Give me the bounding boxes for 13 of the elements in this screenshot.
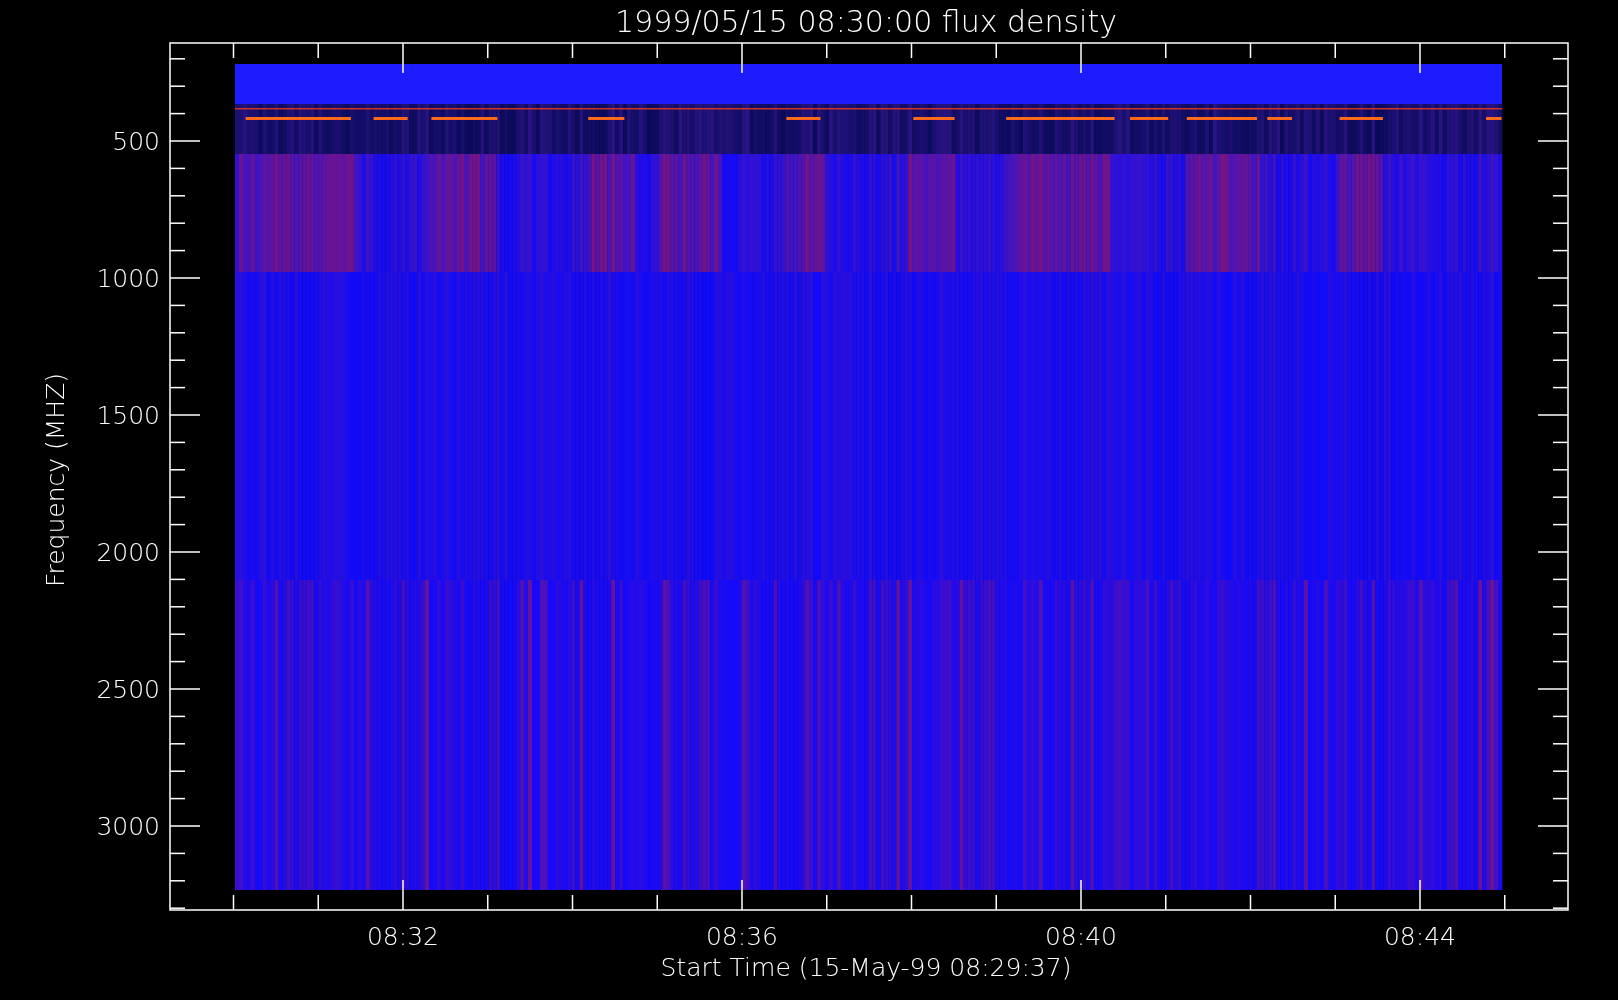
axis-tick-label: 3000 — [96, 812, 160, 841]
axis-tick-label: 08:40 — [1045, 922, 1117, 951]
axis-tick-label: 2000 — [96, 538, 160, 567]
axis-tick-label: 500 — [112, 127, 160, 156]
axis-tick-label: 1000 — [96, 264, 160, 293]
chart-title: 1999/05/15 08:30:00 flux density — [615, 4, 1117, 39]
axis-label: Frequency (MHZ) — [41, 372, 70, 588]
axis-tick-label: 08:32 — [367, 922, 439, 951]
axis-label: Start Time (15-May-99 08:29:37) — [660, 953, 1072, 982]
axis-tick-label: 08:36 — [706, 922, 778, 951]
axis-tick-label: 08:44 — [1384, 922, 1456, 951]
axis-tick-label: 2500 — [96, 675, 160, 704]
axis-tick-label: 1500 — [96, 401, 160, 430]
